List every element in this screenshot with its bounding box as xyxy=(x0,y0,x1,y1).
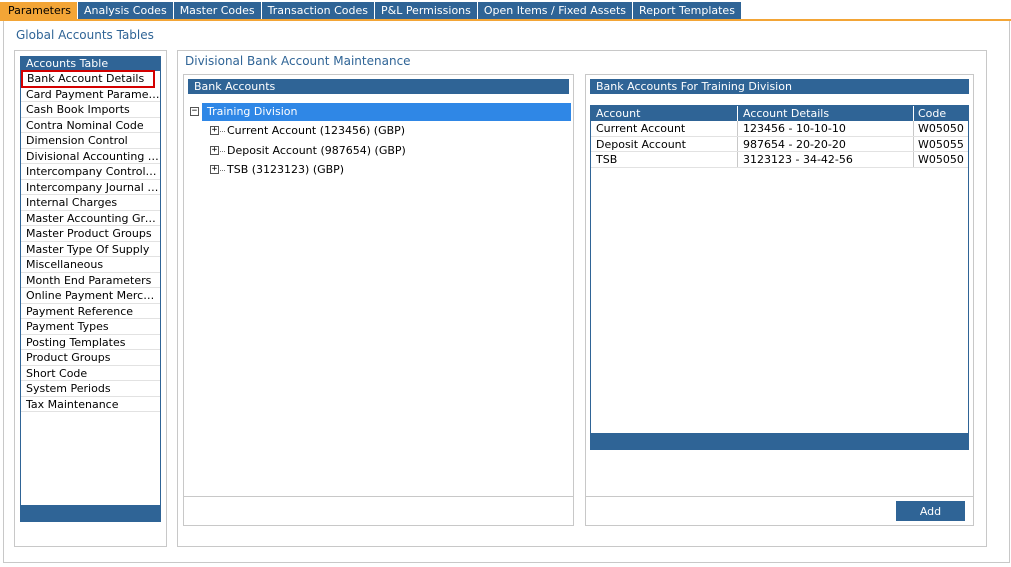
cell-code: W05055 xyxy=(918,137,964,151)
accounts-table-header: Accounts Table xyxy=(21,57,160,71)
accounts-table-item[interactable]: Internal Charges xyxy=(21,195,160,211)
cell-account-details: 987654 - 20-20-20 xyxy=(738,136,914,151)
cell-account-details: 123456 - 10-10-10 xyxy=(738,121,914,136)
accounts-table-item[interactable]: Posting Templates xyxy=(21,335,160,350)
cell-account-details: 3123123 - 34-42-56 xyxy=(738,152,914,167)
tab-parameters[interactable]: Parameters xyxy=(0,2,78,20)
bank-accounts-header: Bank Accounts xyxy=(188,79,569,94)
expand-icon[interactable]: + xyxy=(210,126,219,135)
cell-account: TSB xyxy=(591,152,738,167)
accounts-table-item[interactable]: Master Product Groups xyxy=(21,226,160,242)
accounts-table-item[interactable]: System Periods xyxy=(21,381,160,397)
accounts-table-list: Accounts Table Bank Account Details Card … xyxy=(20,56,161,522)
cell-code: W05050 xyxy=(918,122,964,135)
add-button[interactable]: Add xyxy=(896,501,965,521)
accounts-table-item[interactable]: Online Payment Merchants xyxy=(21,288,160,304)
cell-account: Current Account xyxy=(591,121,738,136)
table-row[interactable]: Deposit Account 987654 - 20-20-20 W05055 xyxy=(591,136,968,152)
tree-connector xyxy=(220,150,225,152)
grid-footer xyxy=(591,433,968,449)
tab-transaction-codes[interactable]: Transaction Codes xyxy=(261,2,375,20)
column-header-code[interactable]: Code xyxy=(914,106,968,121)
tab-analysis-codes[interactable]: Analysis Codes xyxy=(77,2,174,20)
accounts-table-item[interactable]: Payment Types xyxy=(21,319,160,335)
accounts-table-item[interactable]: Miscellaneous xyxy=(21,257,160,273)
cell-code: W05050 xyxy=(918,153,964,166)
accounts-table-item[interactable]: Dimension Control xyxy=(21,133,160,149)
accounts-table-item[interactable]: Divisional Accounting Gro... xyxy=(21,149,160,164)
top-tab-bar: Parameters Analysis Codes Master Codes T… xyxy=(0,2,742,20)
accounts-table-item[interactable]: Intercompany Control Co... xyxy=(21,164,160,180)
tab-master-codes[interactable]: Master Codes xyxy=(173,2,262,20)
divider xyxy=(184,496,573,497)
tree-node-label[interactable]: Current Account (123456) (GBP) xyxy=(227,123,405,139)
tree-node-label[interactable]: Training Division xyxy=(202,103,571,121)
tab-pl-permissions[interactable]: P&L Permissions xyxy=(374,2,478,20)
division-accounts-grid: Account Account Details Code Current Acc… xyxy=(590,105,969,450)
tree-connector xyxy=(220,131,225,132)
table-row[interactable]: Current Account 123456 - 10-10-10 W05050 xyxy=(591,121,968,137)
accounts-table-item[interactable]: Product Groups xyxy=(21,350,160,366)
table-row[interactable]: TSB 3123123 - 34-42-56 W05050 xyxy=(591,152,968,168)
tab-open-items-fixed-assets[interactable]: Open Items / Fixed Assets xyxy=(477,2,634,20)
bank-accounts-tree-panel: Bank Accounts − Training Division + Curre… xyxy=(183,74,574,526)
column-header-account-details[interactable]: Account Details xyxy=(738,106,914,121)
accounts-table-item[interactable]: Short Code xyxy=(21,366,160,381)
tree-connector xyxy=(220,170,225,171)
accounts-table-item[interactable]: Tax Maintenance xyxy=(21,397,160,412)
accounts-table-item[interactable]: Payment Reference xyxy=(21,304,160,319)
collapse-icon[interactable]: − xyxy=(190,107,199,116)
main-title: Divisional Bank Account Maintenance xyxy=(185,54,411,68)
accounts-table-item-selected[interactable]: Bank Account Details xyxy=(21,70,155,88)
tab-report-templates[interactable]: Report Templates xyxy=(633,2,742,20)
tree-node-label[interactable]: TSB (3123123) (GBP) xyxy=(227,162,344,178)
accounts-table-item[interactable]: Intercompany Journal Co... xyxy=(21,180,160,195)
grid-header-row: Account Account Details Code xyxy=(591,106,968,121)
accounts-table-item[interactable]: Master Accounting Groups xyxy=(21,211,160,226)
tree-node-training-division[interactable]: − Training Division xyxy=(188,103,571,121)
cell-account: Deposit Account xyxy=(591,136,738,151)
accounts-table-footer xyxy=(21,505,160,521)
accounts-table-item[interactable]: Contra Nominal Code xyxy=(21,118,160,133)
divider xyxy=(586,496,973,497)
page-title: Global Accounts Tables xyxy=(16,28,154,42)
accounts-table-item[interactable]: Master Type Of Supply xyxy=(21,242,160,257)
accounts-table-item[interactable]: Month End Parameters xyxy=(21,273,160,288)
tree-node-label[interactable]: Deposit Account (987654) (GBP) xyxy=(227,143,406,159)
accounts-table-item[interactable]: Card Payment Parameters xyxy=(21,87,160,102)
expand-icon[interactable]: + xyxy=(210,165,219,174)
column-header-account[interactable]: Account xyxy=(591,106,738,121)
accounts-table-item[interactable]: Cash Book Imports xyxy=(21,102,160,118)
division-accounts-header: Bank Accounts For Training Division xyxy=(590,79,969,94)
expand-icon[interactable]: + xyxy=(210,145,219,155)
division-accounts-panel: Bank Accounts For Training Division Acco… xyxy=(585,74,974,526)
